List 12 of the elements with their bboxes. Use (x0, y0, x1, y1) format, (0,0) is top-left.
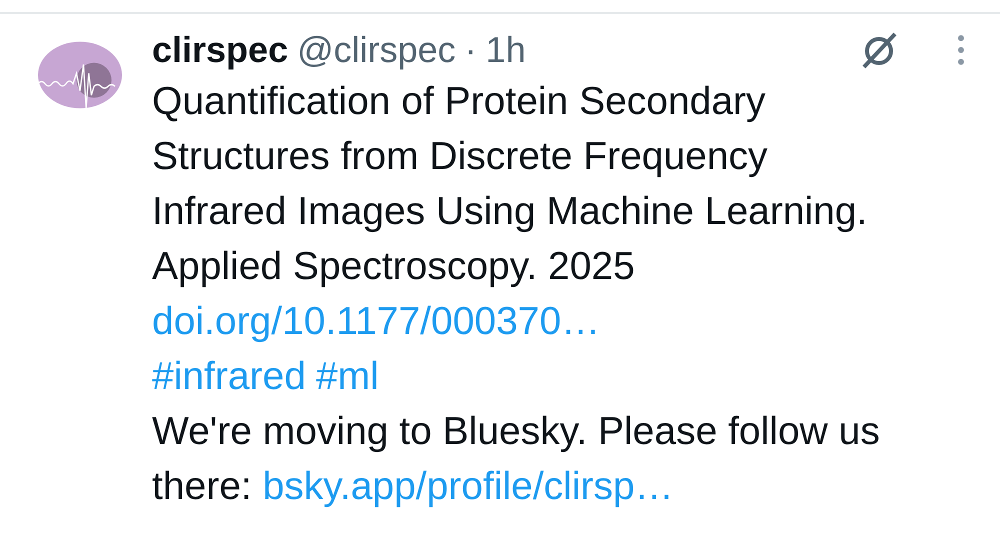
more-icon[interactable] (956, 33, 966, 67)
post-text: We're moving to Bluesky. Please follow us there: bsky.app/profile/clirsp… (152, 409, 881, 510)
link[interactable]: doi.org/10.1177/000370… (152, 300, 600, 343)
hashtag-link[interactable]: #ml (316, 355, 379, 398)
post-time[interactable]: 1h (486, 29, 526, 71)
link[interactable]: bsky.app/profile/clirsp… (262, 465, 674, 508)
avatar-icon[interactable] (36, 40, 124, 110)
hashtag-link[interactable]: #infrared (152, 355, 306, 398)
post-text: Quantification of Protein Secondary Structures from Discrete Frequency Infrared Images Using Machine Learning. Applied Spectroscopy. 2025 doi.org/10.1177/000370… (152, 79, 868, 345)
separator-dot: · (464, 29, 477, 71)
author-handle[interactable]: @clirspec (297, 29, 456, 71)
author-name[interactable]: clirspec (152, 29, 288, 71)
